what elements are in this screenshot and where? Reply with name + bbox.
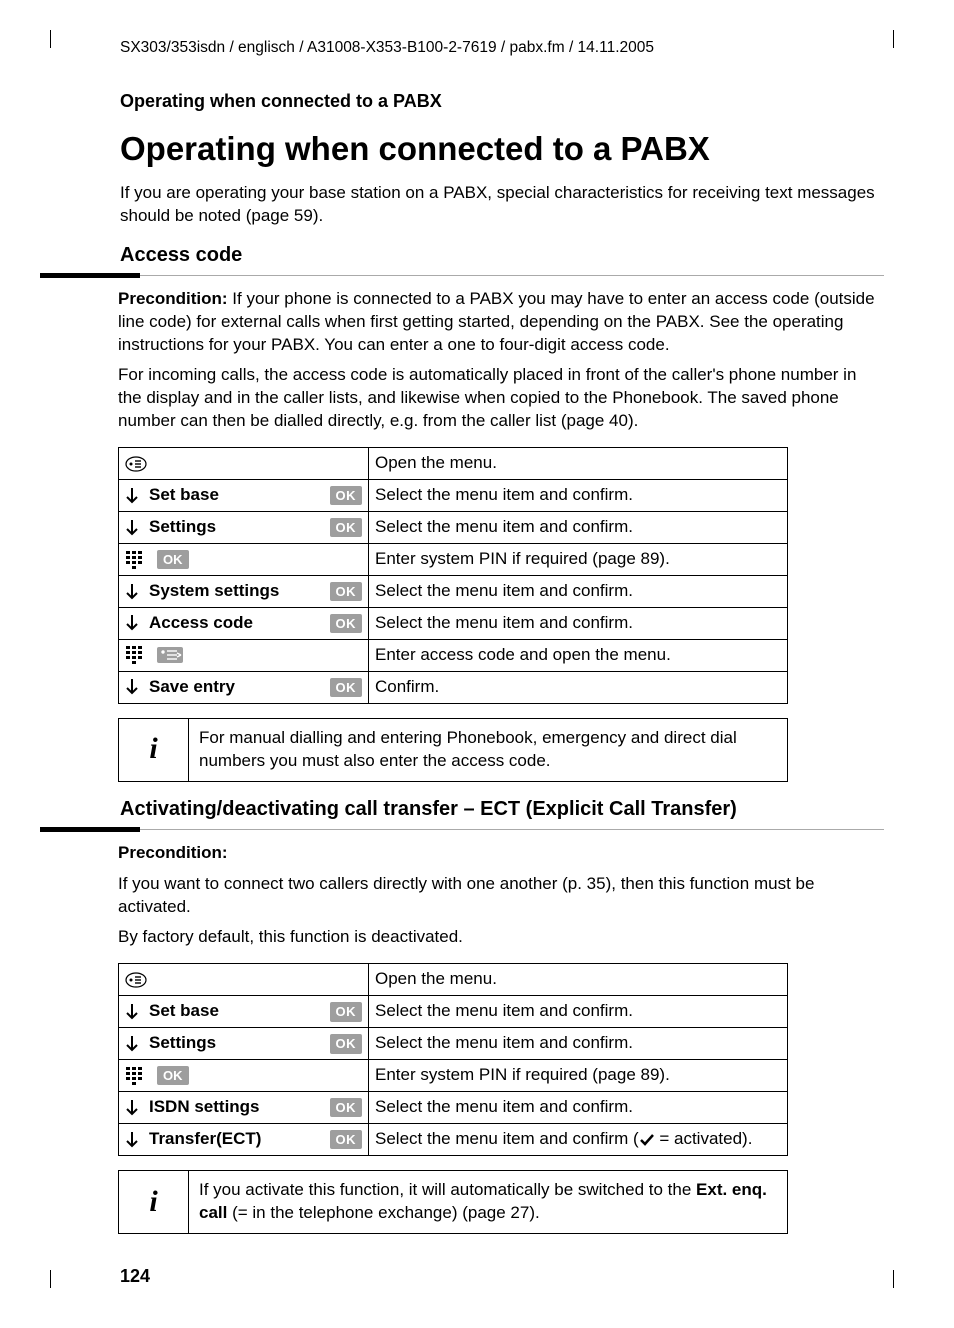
menu-item-label: Set base — [149, 1000, 219, 1023]
menu-item-label: System settings — [149, 580, 279, 603]
table-row: Settings OK Select the menu item and confi… — [119, 512, 788, 544]
down-arrow-icon — [125, 1099, 139, 1117]
info-note-1-text: For manual dialling and entering Phonebo… — [189, 718, 788, 781]
ok-badge: OK — [330, 1034, 363, 1054]
info-note-2-text: If you activate this function, it will a… — [189, 1171, 788, 1234]
intro-text: If you are operating your base station o… — [120, 182, 884, 228]
ok-badge: OK — [330, 582, 363, 602]
down-arrow-icon — [125, 1131, 139, 1149]
down-arrow-icon — [125, 519, 139, 537]
menu-icon — [125, 456, 147, 472]
table-row: OK Enter system PIN if required (page 89)… — [119, 544, 788, 576]
ect-paragraph-2: By factory default, this function is dea… — [118, 926, 884, 949]
section-rule — [100, 827, 884, 832]
ok-badge: OK — [157, 550, 189, 570]
ok-badge: OK — [330, 518, 363, 538]
keypad-icon — [125, 550, 147, 570]
menu-item-label: Transfer(ECT) — [149, 1128, 261, 1151]
keypad-icon — [125, 645, 147, 665]
section-ect-heading: Activating/deactivating call transfer – … — [120, 796, 884, 823]
step-description: Select the menu item and confirm. — [369, 480, 788, 512]
menu-item-label: Set base — [149, 484, 219, 507]
down-arrow-icon — [125, 583, 139, 601]
down-arrow-icon — [125, 487, 139, 505]
info-icon: i — [119, 718, 189, 781]
section-access-code-heading: Access code — [120, 242, 884, 269]
ok-badge: OK — [330, 1098, 363, 1118]
ok-badge: OK — [330, 678, 363, 698]
table-row: Open the menu. — [119, 964, 788, 996]
info-icon: i — [119, 1171, 189, 1234]
table-row: Transfer(ECT) OK Select the menu item and … — [119, 1124, 788, 1156]
table-row: Set base OK Select the menu item and confi… — [119, 996, 788, 1028]
header-path: SX303/353isdn / englisch / A31008-X353-B… — [100, 38, 884, 59]
step-description: Enter access code and open the menu. — [369, 639, 788, 671]
menu-item-label: ISDN settings — [149, 1096, 260, 1119]
step-description: Select the menu item and confirm. — [369, 576, 788, 608]
access-code-paragraph-2: For incoming calls, the access code is a… — [118, 364, 884, 433]
menu-item-label: Settings — [149, 1032, 216, 1055]
down-arrow-icon — [125, 1035, 139, 1053]
table-row: Access code OK Select the menu item and co… — [119, 607, 788, 639]
step-description: Select the menu item and confirm ( = act… — [369, 1124, 788, 1156]
page-title: Operating when connected to a PABX — [120, 127, 884, 172]
table-row: Enter access code and open the menu. — [119, 639, 788, 671]
ok-badge: OK — [157, 1066, 189, 1086]
menu-item-label: Access code — [149, 612, 253, 635]
table-row: Save entry OK Confirm. — [119, 671, 788, 703]
table-row: System settings OK Select the menu item an… — [119, 576, 788, 608]
step-description: Open the menu. — [369, 964, 788, 996]
down-arrow-icon — [125, 678, 139, 696]
step-description: Select the menu item and confirm. — [369, 1092, 788, 1124]
ok-badge: OK — [330, 1002, 363, 1022]
table-row: Settings OK Select the menu item and confi… — [119, 1028, 788, 1060]
step-description: Confirm. — [369, 671, 788, 703]
step-description: Enter system PIN if required (page 89). — [369, 544, 788, 576]
menu-icon — [125, 972, 147, 988]
menu-table-access-code: Open the menu. Set base OK Select the menu … — [118, 447, 788, 704]
step-description: Open the menu. — [369, 448, 788, 480]
table-row: OK Enter system PIN if required (page 89)… — [119, 1060, 788, 1092]
step-description: Select the menu item and confirm. — [369, 607, 788, 639]
down-arrow-icon — [125, 614, 139, 632]
ect-paragraph-1: If you want to connect two callers direc… — [118, 873, 884, 919]
page-number: 124 — [120, 1264, 884, 1288]
menu-item-label: Settings — [149, 516, 216, 539]
step-description: Select the menu item and confirm. — [369, 1028, 788, 1060]
step-description: Enter system PIN if required (page 89). — [369, 1060, 788, 1092]
precondition-label-2: Precondition: — [118, 842, 884, 865]
ok-badge: OK — [330, 486, 363, 506]
info-note-1: i For manual dialling and entering Phone… — [118, 718, 788, 782]
table-row: Set base OK Select the menu item and confi… — [119, 480, 788, 512]
step-description: Select the menu item and confirm. — [369, 996, 788, 1028]
table-row: Open the menu. — [119, 448, 788, 480]
section-rule — [100, 273, 884, 278]
ok-badge: OK — [330, 1130, 363, 1150]
keypad-icon — [125, 1066, 147, 1086]
info-note-2: i If you activate this function, it will… — [118, 1170, 788, 1234]
options-icon — [157, 647, 183, 663]
ok-badge: OK — [330, 614, 363, 634]
down-arrow-icon — [125, 1003, 139, 1021]
running-head: Operating when connected to a PABX — [120, 89, 884, 113]
menu-item-label: Save entry — [149, 676, 235, 699]
table-row: ISDN settings OK Select the menu item and … — [119, 1092, 788, 1124]
step-description: Select the menu item and confirm. — [369, 512, 788, 544]
menu-table-ect: Open the menu. Set base OK Select the menu … — [118, 963, 788, 1156]
precondition-paragraph: Precondition: If your phone is connected… — [118, 288, 884, 357]
check-icon — [639, 1133, 655, 1147]
